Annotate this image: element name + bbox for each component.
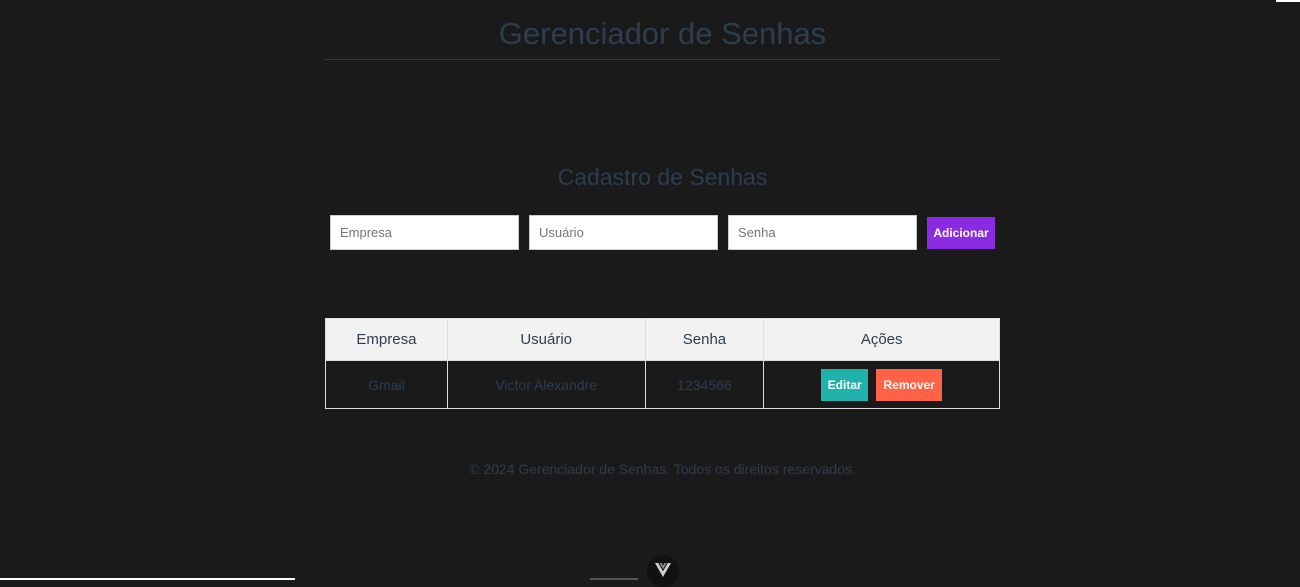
table-header-row: Empresa Usuário Senha Ações <box>325 318 1000 361</box>
usuario-input[interactable] <box>529 215 718 250</box>
table-row: Gmail Victor Alexandre 1234566 Editar Rem… <box>325 360 1000 409</box>
cell-usuario: Victor Alexandre <box>446 360 646 409</box>
window-corner-mark <box>1276 0 1300 2</box>
vue-logo-icon <box>655 563 671 577</box>
cell-empresa: Gmail <box>325 360 448 409</box>
header-senha: Senha <box>644 318 765 361</box>
cell-acoes: Editar Remover <box>763 360 1000 409</box>
vue-devtools-button[interactable] <box>647 555 679 587</box>
app-title: Gerenciador de Senhas <box>498 16 827 51</box>
password-form: Adicionar <box>330 215 995 250</box>
cell-senha: 1234566 <box>644 360 765 409</box>
header-empresa: Empresa <box>325 318 448 361</box>
edit-button[interactable]: Editar <box>821 368 869 401</box>
remove-button[interactable]: Remover <box>876 368 943 401</box>
app-header: Gerenciador de Senhas <box>325 0 1000 60</box>
header-usuario: Usuário <box>446 318 646 361</box>
form-title: Cadastro de Senhas <box>557 164 768 190</box>
empresa-input[interactable] <box>330 215 519 250</box>
page-footer: © 2024 Gerenciador de Senhas. Todos os d… <box>469 461 856 477</box>
header-acoes: Ações <box>763 318 1000 361</box>
add-button[interactable]: Adicionar <box>927 216 995 249</box>
senha-input[interactable] <box>728 215 917 250</box>
passwords-table: Empresa Usuário Senha Ações Gmail Victor… <box>325 318 1000 409</box>
app-container: Gerenciador de Senhas Cadastro de Senhas… <box>325 0 1000 477</box>
